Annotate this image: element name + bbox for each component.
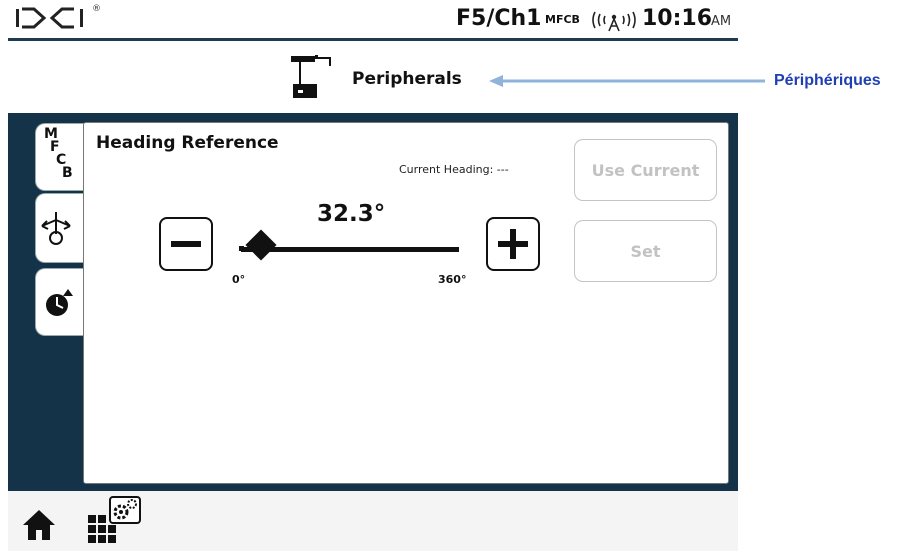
heading-reference-card: Heading Reference Current Heading: --- 3… bbox=[83, 122, 729, 484]
signal-tower-icon bbox=[592, 11, 636, 32]
tab-mfcb-label: M F C B bbox=[44, 126, 73, 181]
slider-max-label: 360° bbox=[438, 273, 467, 286]
decrease-button[interactable] bbox=[159, 217, 213, 271]
page-title: Peripherals bbox=[352, 69, 462, 89]
callout-arrow-icon bbox=[489, 75, 765, 87]
plus-icon bbox=[498, 229, 528, 259]
current-heading-readout: Current Heading: --- bbox=[399, 163, 509, 176]
set-button[interactable]: Set bbox=[574, 220, 717, 282]
heading-value: 32.3° bbox=[317, 201, 386, 227]
registered-mark: ® bbox=[92, 4, 101, 14]
home-icon[interactable] bbox=[22, 509, 56, 541]
use-current-button[interactable]: Use Current bbox=[574, 139, 717, 201]
tab-clock[interactable] bbox=[35, 268, 86, 336]
clock-time: 10:16 bbox=[642, 6, 713, 31]
increase-button[interactable] bbox=[486, 217, 540, 271]
tab-mfcb[interactable]: M F C B bbox=[35, 123, 86, 191]
annotation-label: Périphériques bbox=[774, 72, 881, 89]
dci-logo-icon bbox=[16, 7, 83, 29]
peripherals-icon bbox=[291, 55, 331, 98]
minus-icon bbox=[171, 241, 201, 247]
clock-ampm: AM bbox=[711, 14, 732, 29]
mode-label: MFCB bbox=[545, 13, 580, 26]
status-bar: ® F5/Ch1 MFCB 10:16 AM bbox=[8, 0, 738, 41]
section-title: Heading Reference bbox=[96, 133, 279, 153]
heading-reference-icon bbox=[41, 212, 71, 245]
settings-grid-icon[interactable] bbox=[88, 495, 144, 545]
heading-slider-knob[interactable] bbox=[245, 229, 277, 261]
clock-icon bbox=[46, 289, 73, 316]
bottom-bar bbox=[8, 491, 738, 551]
slider-min-label: 0° bbox=[232, 273, 246, 286]
frequency-channel: F5/Ch1 bbox=[456, 6, 542, 31]
